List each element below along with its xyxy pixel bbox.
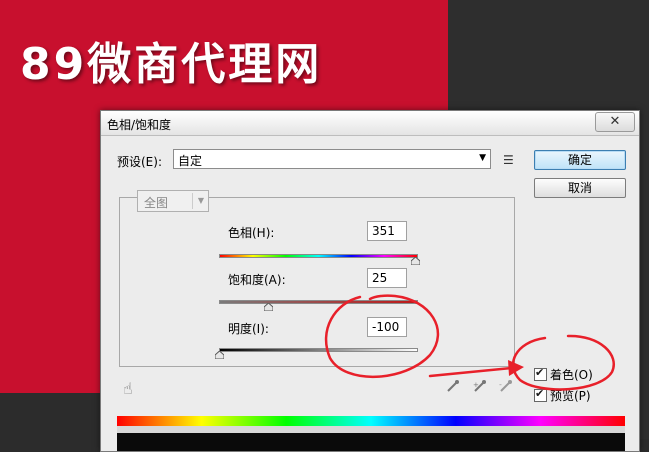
checkbox-checked-icon bbox=[534, 387, 547, 402]
hue-label: 色相(H): bbox=[228, 226, 275, 240]
hue-input[interactable]: 351 bbox=[367, 221, 407, 241]
colorize-label: 着色(O) bbox=[550, 368, 593, 382]
preview-checkbox[interactable]: 预览(P) bbox=[534, 387, 591, 404]
channel-dropdown[interactable]: 全图 ▼ bbox=[137, 190, 209, 212]
ok-button[interactable]: 确定 bbox=[534, 150, 626, 170]
lightness-input[interactable]: -100 bbox=[367, 317, 407, 337]
watermark-logo: 89微商代理网 bbox=[20, 39, 323, 90]
lightness-slider-track[interactable] bbox=[219, 348, 418, 352]
dropdown-separator bbox=[192, 193, 193, 209]
input-color-spectrum bbox=[117, 416, 625, 426]
eyedropper-icon[interactable] bbox=[446, 379, 460, 396]
saturation-slider-track[interactable] bbox=[219, 300, 418, 304]
adjustment-group bbox=[119, 197, 515, 367]
output-color-bar bbox=[117, 433, 625, 451]
lightness-slider-thumb[interactable] bbox=[214, 351, 224, 359]
cancel-button[interactable]: 取消 bbox=[534, 178, 626, 198]
dialog-title: 色相/饱和度 bbox=[107, 118, 172, 132]
channel-value: 全图 bbox=[144, 196, 169, 210]
preset-options-icon[interactable]: ☰ bbox=[503, 153, 514, 167]
hue-slider-thumb[interactable] bbox=[410, 257, 420, 265]
range-strip bbox=[117, 426, 625, 433]
hue-saturation-dialog: 色相/饱和度 ✕ 预设(E): 自定 ▼ ☰ 确定 取消 全图 ▼ 色相(H):… bbox=[100, 110, 640, 452]
eyedropper-plus-icon[interactable]: + bbox=[473, 379, 487, 396]
targeted-adjustment-hand-icon[interactable]: ☝ bbox=[123, 379, 133, 398]
checkbox-checked-icon bbox=[534, 366, 547, 381]
preset-label: 预设(E): bbox=[117, 155, 162, 169]
svg-text:+: + bbox=[473, 381, 479, 389]
title-bar[interactable]: 色相/饱和度 ✕ bbox=[101, 111, 639, 136]
colorize-checkbox[interactable]: 着色(O) bbox=[534, 366, 593, 383]
saturation-label: 饱和度(A): bbox=[228, 273, 286, 287]
saturation-input[interactable]: 25 bbox=[367, 268, 407, 288]
saturation-slider-thumb[interactable] bbox=[264, 303, 274, 311]
svg-text:-: - bbox=[499, 380, 502, 389]
preset-dropdown[interactable]: 自定 ▼ bbox=[173, 149, 491, 169]
close-button[interactable]: ✕ bbox=[595, 112, 635, 132]
hue-slider-track[interactable] bbox=[219, 254, 418, 258]
preset-value: 自定 bbox=[178, 154, 203, 168]
chevron-down-icon: ▼ bbox=[479, 153, 486, 163]
close-icon: ✕ bbox=[609, 114, 621, 129]
eyedropper-minus-icon[interactable]: - bbox=[499, 379, 513, 396]
preview-label: 预览(P) bbox=[550, 389, 591, 403]
lightness-label: 明度(I): bbox=[228, 322, 269, 336]
chevron-down-icon: ▼ bbox=[197, 196, 204, 205]
